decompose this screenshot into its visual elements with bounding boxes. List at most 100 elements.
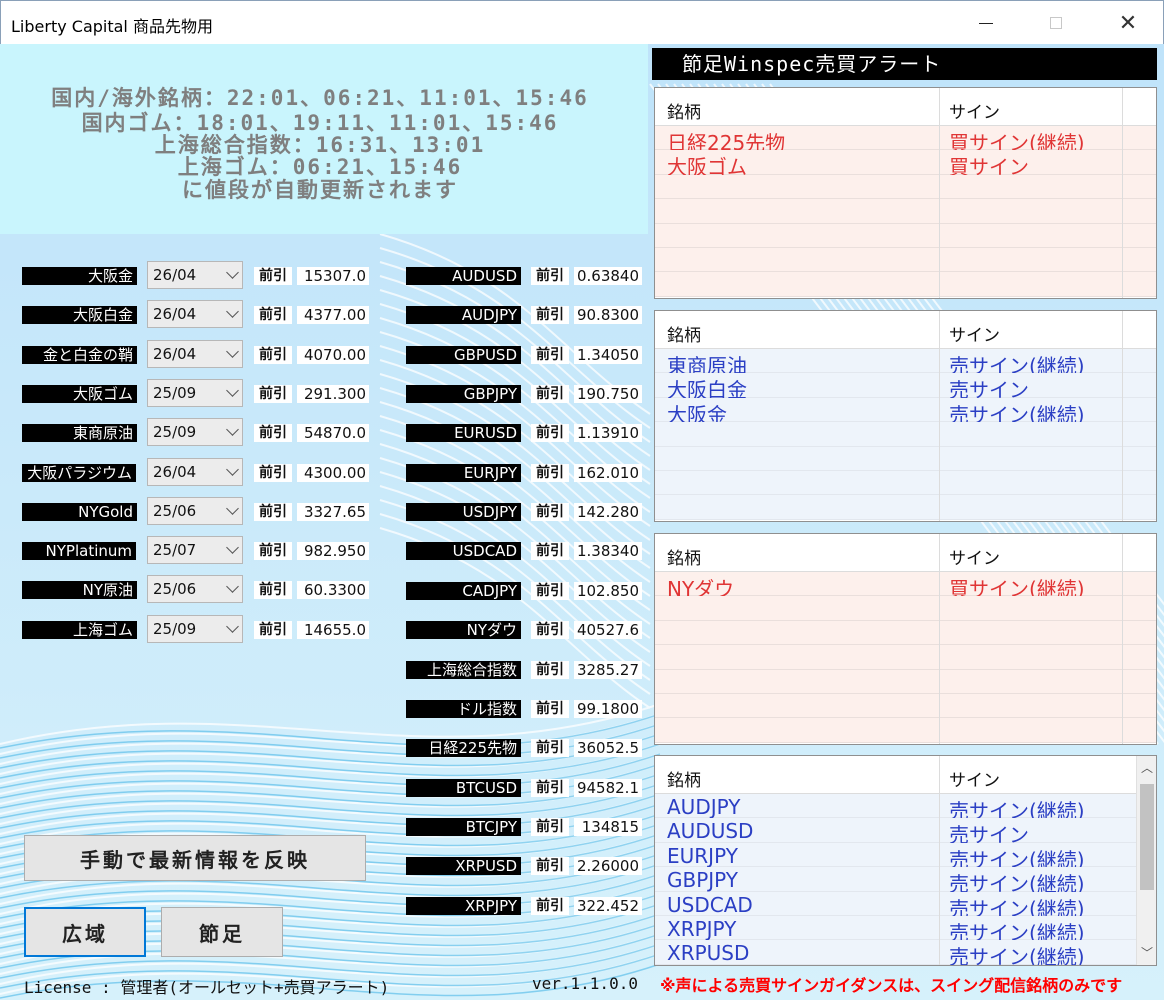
- chevron-down-icon: [226, 580, 239, 594]
- alert-symbol: AUDUSD: [667, 819, 754, 844]
- commodity-name-label: 大阪ゴム: [22, 384, 137, 403]
- price-value: 1.13910: [574, 424, 642, 443]
- zenbiki-label: 前引: [531, 778, 569, 797]
- contract-month-select[interactable]: 25/06: [147, 496, 243, 525]
- zenbiki-label: 前引: [531, 345, 569, 364]
- manual-update-button[interactable]: 手動で最新情報を反映: [24, 835, 366, 881]
- empty-alert-row: [655, 272, 1156, 297]
- contract-month-select[interactable]: 25/06: [147, 575, 243, 604]
- price-value: 102.850: [574, 581, 642, 600]
- chevron-down-icon: [226, 266, 239, 279]
- fx-name-label: BTCUSD: [406, 778, 521, 797]
- empty-alert-row: [655, 596, 1156, 621]
- alert-row[interactable]: 大阪金 売サイン(継続): [655, 397, 1156, 427]
- setsuashi-button[interactable]: 節足: [161, 907, 283, 957]
- commodity-name-label: 東商原油: [22, 424, 137, 443]
- price-value: 15307.0: [297, 267, 369, 285]
- fx-name-label: USDJPY: [406, 503, 521, 522]
- alert-panel-title: 節足Winspec売買アラート: [652, 48, 1157, 80]
- minimize-button[interactable]: [963, 1, 1009, 45]
- close-button[interactable]: ✕: [1105, 1, 1151, 45]
- price-value: 134815: [574, 817, 642, 836]
- alert-grid-2[interactable]: 銘柄 サイン 東商原油 売サイン(継続) 大阪白金 売サイン 大阪金 売サイン(…: [654, 310, 1157, 522]
- contract-month-select[interactable]: 26/04: [147, 457, 243, 486]
- alert-row[interactable]: AUDUSD 売サイン: [655, 818, 1156, 847]
- zenbiki-label: 前引: [531, 857, 569, 876]
- empty-alert-row: [655, 718, 1156, 743]
- zenbiki-label: 前引: [254, 424, 292, 443]
- price-value: 142.280: [574, 503, 642, 522]
- contract-month-select[interactable]: 26/04: [147, 261, 243, 289]
- alert-row[interactable]: USDCAD 売サイン(継続): [655, 891, 1156, 921]
- commodity-name-label: 大阪パラジウム: [22, 463, 136, 482]
- zenbiki-label: 前引: [254, 620, 292, 639]
- empty-alert-row: [655, 645, 1156, 670]
- license-text: License : 管理者(オールセット+売買アラート): [24, 978, 390, 997]
- price-value: 94582.1: [574, 778, 642, 797]
- alert-row[interactable]: 日経225先物 買サイン(継続): [655, 126, 1156, 155]
- alert-row[interactable]: 大阪ゴム 買サイン: [655, 150, 1156, 179]
- zenbiki-label: 前引: [531, 542, 569, 561]
- price-value: 99.1800: [574, 699, 642, 718]
- commodity-name-label: 金と白金の鞘: [22, 345, 137, 364]
- alert-grid-scrollbar[interactable]: ︿ ﹀: [1136, 756, 1156, 965]
- zenbiki-label: 前引: [254, 384, 292, 403]
- close-icon: ✕: [1118, 10, 1138, 36]
- alert-grid-4[interactable]: 銘柄 サイン AUDJPY 売サイン(継続) AUDUSD 売サイン EURJP…: [654, 755, 1157, 966]
- col-divider: [939, 88, 940, 298]
- zenbiki-label: 前引: [531, 463, 569, 482]
- chevron-down-icon: [226, 619, 239, 633]
- contract-month-select[interactable]: 25/09: [147, 418, 243, 447]
- price-value: 162.010: [574, 463, 642, 482]
- wide-button[interactable]: 広域: [24, 907, 146, 957]
- fx-name-label: EURUSD: [406, 424, 521, 443]
- alert-grid-3[interactable]: 銘柄 サイン NYダウ 買サイン(継続): [654, 533, 1157, 745]
- col-divider: [939, 756, 940, 965]
- alert-symbol: XRPJPY: [667, 916, 737, 941]
- chevron-down-icon: [226, 384, 239, 397]
- alert-symbol: USDCAD: [667, 892, 753, 917]
- contract-month-select[interactable]: 25/09: [147, 614, 243, 643]
- chevron-down-icon: [226, 501, 239, 515]
- maximize-icon: [1050, 17, 1062, 29]
- zenbiki-label: 前引: [531, 267, 569, 285]
- alert-row[interactable]: 大阪白金 売サイン: [655, 373, 1156, 402]
- contract-month-select[interactable]: 26/04: [147, 339, 243, 368]
- version-text: ver.1.1.0.0: [532, 974, 638, 993]
- scroll-up-icon[interactable]: ︿: [1137, 758, 1156, 778]
- fx-name-label: GBPUSD: [406, 345, 521, 364]
- alert-row[interactable]: XRPUSD 売サイン(継続): [655, 940, 1156, 965]
- alert-row[interactable]: AUDJPY 売サイン(継続): [655, 794, 1156, 823]
- alert-grid-1[interactable]: 銘柄 サイン 日経225先物 買サイン(継続) 大阪ゴム 買サイン: [654, 87, 1157, 299]
- empty-alert-row: [655, 669, 1156, 694]
- chevron-down-icon: [226, 541, 239, 554]
- contract-month-value: 26/04: [153, 305, 197, 324]
- maximize-button[interactable]: [1033, 1, 1079, 45]
- alert-row[interactable]: XRPJPY 売サイン(継続): [655, 915, 1156, 945]
- contract-month-select[interactable]: 25/09: [147, 378, 243, 407]
- grid-header: 銘柄 サイン: [655, 534, 1156, 572]
- alert-row[interactable]: EURJPY 売サイン(継続): [655, 842, 1156, 872]
- scroll-thumb[interactable]: [1140, 784, 1154, 890]
- main-client-area: 国内/海外銘柄：22:01、06:21、11:01、15:46 国内ゴム：18:…: [0, 44, 1164, 1000]
- commodity-name-label: NYPlatinum: [22, 542, 136, 561]
- price-value: 14655.0: [297, 620, 369, 639]
- scroll-down-icon[interactable]: ﹀: [1137, 943, 1156, 963]
- zenbiki-label: 前引: [531, 503, 569, 522]
- alert-symbol: GBPJPY: [667, 868, 739, 893]
- empty-alert-row: [655, 470, 1156, 496]
- price-value: 4070.00: [297, 345, 369, 364]
- zenbiki-label: 前引: [531, 817, 569, 836]
- contract-month-select[interactable]: 26/04: [147, 300, 243, 329]
- empty-alert-row: [655, 174, 1156, 200]
- alert-row[interactable]: GBPJPY 売サイン(継続): [655, 867, 1156, 896]
- empty-alert-row: [655, 495, 1156, 520]
- alert-row[interactable]: 東商原油 売サイン(継続): [655, 349, 1156, 378]
- alert-row[interactable]: NYダウ 買サイン(継続): [655, 572, 1156, 601]
- price-value: 982.950: [297, 542, 369, 561]
- contract-month-select[interactable]: 25/07: [147, 536, 243, 565]
- chevron-down-icon: [226, 462, 239, 476]
- fx-name-label: 上海総合指数: [406, 660, 521, 679]
- zenbiki-label: 前引: [531, 385, 569, 404]
- zenbiki-label: 前引: [254, 306, 292, 325]
